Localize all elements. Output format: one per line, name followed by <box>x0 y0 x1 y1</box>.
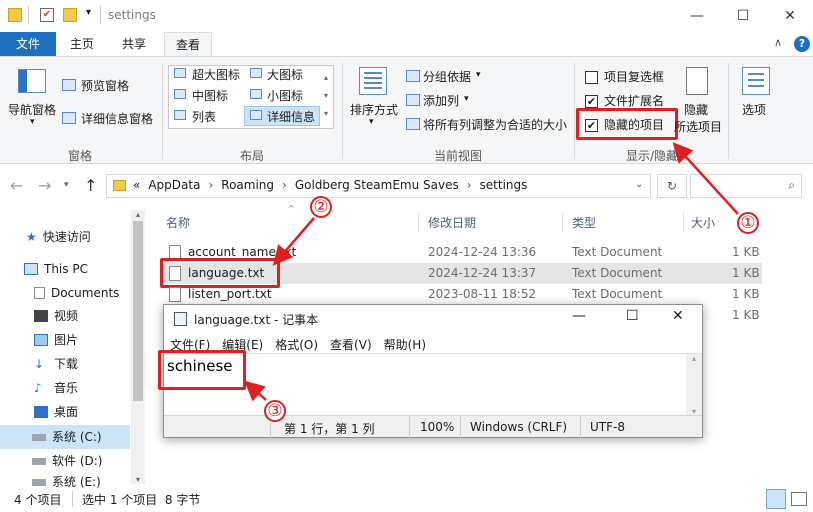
annotation-number-1: ① <box>737 212 759 234</box>
annotation-number-2: ② <box>310 196 332 218</box>
arrow-1 <box>672 142 739 215</box>
annotation-number-3: ③ <box>264 400 286 422</box>
arrow-3 <box>244 380 267 402</box>
arrow-2 <box>272 217 315 266</box>
annotation-arrows <box>244 142 739 402</box>
